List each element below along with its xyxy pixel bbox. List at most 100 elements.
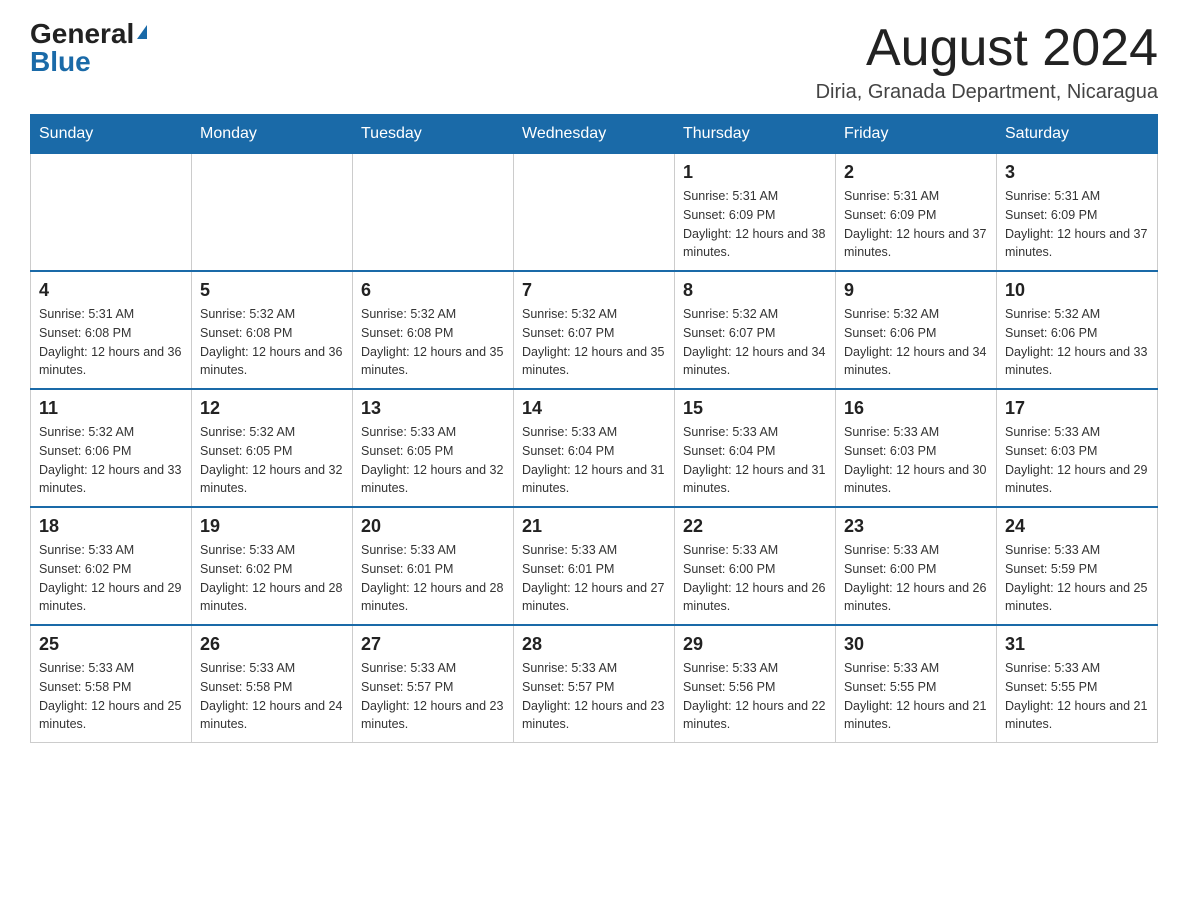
day-info: Sunrise: 5:33 AMSunset: 6:02 PMDaylight:…: [200, 541, 344, 616]
calendar-cell: 13 Sunrise: 5:33 AMSunset: 6:05 PMDayligh…: [353, 389, 514, 507]
day-info: Sunrise: 5:33 AMSunset: 5:55 PMDaylight:…: [1005, 659, 1149, 734]
day-info: Sunrise: 5:33 AMSunset: 6:01 PMDaylight:…: [361, 541, 505, 616]
day-number: 24: [1005, 516, 1149, 537]
header-sunday: Sunday: [31, 115, 192, 154]
calendar-cell: 30Sunrise: 5:33 AMSunset: 5:55 PMDayligh…: [836, 625, 997, 743]
day-number: 15: [683, 398, 827, 419]
calendar-cell: 19 Sunrise: 5:33 AMSunset: 6:02 PMDayligh…: [192, 507, 353, 625]
day-info: Sunrise: 5:32 AMSunset: 6:06 PMDaylight:…: [844, 305, 988, 380]
calendar-cell: 9 Sunrise: 5:32 AMSunset: 6:06 PMDaylight…: [836, 271, 997, 389]
day-number: 12: [200, 398, 344, 419]
calendar-cell: 18Sunrise: 5:33 AMSunset: 6:02 PMDayligh…: [31, 507, 192, 625]
day-info: Sunrise: 5:31 AMSunset: 6:09 PMDaylight:…: [683, 187, 827, 262]
day-info: Sunrise: 5:33 AMSunset: 6:02 PMDaylight:…: [39, 541, 183, 616]
day-number: 27: [361, 634, 505, 655]
header-wednesday: Wednesday: [514, 115, 675, 154]
page-header: General Blue August 2024 Diria, Granada …: [30, 20, 1158, 104]
header-saturday: Saturday: [997, 115, 1158, 154]
day-info: Sunrise: 5:32 AMSunset: 6:06 PMDaylight:…: [39, 423, 183, 498]
calendar-cell: 7Sunrise: 5:32 AMSunset: 6:07 PMDaylight…: [514, 271, 675, 389]
day-info: Sunrise: 5:32 AMSunset: 6:06 PMDaylight:…: [1005, 305, 1149, 380]
day-info: Sunrise: 5:33 AMSunset: 5:58 PMDaylight:…: [200, 659, 344, 734]
calendar-cell: 12 Sunrise: 5:32 AMSunset: 6:05 PMDayligh…: [192, 389, 353, 507]
calendar-cell: [514, 154, 675, 272]
calendar-cell: 29 Sunrise: 5:33 AMSunset: 5:56 PMDayligh…: [675, 625, 836, 743]
day-number: 20: [361, 516, 505, 537]
day-number: 4: [39, 280, 183, 301]
calendar-cell: 17 Sunrise: 5:33 AMSunset: 6:03 PMDayligh…: [997, 389, 1158, 507]
day-number: 8: [683, 280, 827, 301]
day-number: 16: [844, 398, 988, 419]
calendar-cell: 14 Sunrise: 5:33 AMSunset: 6:04 PMDayligh…: [514, 389, 675, 507]
day-info: Sunrise: 5:32 AMSunset: 6:07 PMDaylight:…: [522, 305, 666, 380]
day-info: Sunrise: 5:33 AMSunset: 5:57 PMDaylight:…: [522, 659, 666, 734]
header-row: SundayMondayTuesdayWednesdayThursdayFrid…: [31, 115, 1158, 154]
day-info: Sunrise: 5:33 AMSunset: 6:05 PMDaylight:…: [361, 423, 505, 498]
day-info: Sunrise: 5:33 AMSunset: 6:04 PMDaylight:…: [522, 423, 666, 498]
day-info: Sunrise: 5:33 AMSunset: 6:03 PMDaylight:…: [1005, 423, 1149, 498]
day-number: 5: [200, 280, 344, 301]
day-info: Sunrise: 5:33 AMSunset: 6:01 PMDaylight:…: [522, 541, 666, 616]
calendar-cell: 11 Sunrise: 5:32 AMSunset: 6:06 PMDayligh…: [31, 389, 192, 507]
calendar-cell: 2 Sunrise: 5:31 AMSunset: 6:09 PMDaylight…: [836, 154, 997, 272]
calendar-cell: 15 Sunrise: 5:33 AMSunset: 6:04 PMDayligh…: [675, 389, 836, 507]
day-number: 10: [1005, 280, 1149, 301]
day-info: Sunrise: 5:32 AMSunset: 6:08 PMDaylight:…: [200, 305, 344, 380]
day-info: Sunrise: 5:32 AMSunset: 6:07 PMDaylight:…: [683, 305, 827, 380]
week-row-4: 25Sunrise: 5:33 AMSunset: 5:58 PMDayligh…: [31, 625, 1158, 743]
calendar-cell: 28Sunrise: 5:33 AMSunset: 5:57 PMDayligh…: [514, 625, 675, 743]
calendar-cell: 8 Sunrise: 5:32 AMSunset: 6:07 PMDaylight…: [675, 271, 836, 389]
day-info: Sunrise: 5:31 AMSunset: 6:09 PMDaylight:…: [1005, 187, 1149, 262]
calendar-header: SundayMondayTuesdayWednesdayThursdayFrid…: [31, 115, 1158, 154]
page-title: August 2024: [816, 20, 1158, 77]
week-row-2: 11 Sunrise: 5:32 AMSunset: 6:06 PMDayligh…: [31, 389, 1158, 507]
calendar-cell: 27 Sunrise: 5:33 AMSunset: 5:57 PMDayligh…: [353, 625, 514, 743]
day-number: 2: [844, 162, 988, 183]
day-info: Sunrise: 5:33 AMSunset: 6:03 PMDaylight:…: [844, 423, 988, 498]
day-info: Sunrise: 5:33 AMSunset: 5:56 PMDaylight:…: [683, 659, 827, 734]
header-friday: Friday: [836, 115, 997, 154]
calendar-cell: 25Sunrise: 5:33 AMSunset: 5:58 PMDayligh…: [31, 625, 192, 743]
calendar-cell: 5 Sunrise: 5:32 AMSunset: 6:08 PMDaylight…: [192, 271, 353, 389]
day-info: Sunrise: 5:33 AMSunset: 5:57 PMDaylight:…: [361, 659, 505, 734]
day-number: 17: [1005, 398, 1149, 419]
calendar-cell: [353, 154, 514, 272]
day-number: 9: [844, 280, 988, 301]
day-info: Sunrise: 5:33 AMSunset: 6:00 PMDaylight:…: [844, 541, 988, 616]
logo: General Blue: [30, 20, 147, 76]
day-info: Sunrise: 5:33 AMSunset: 6:00 PMDaylight:…: [683, 541, 827, 616]
day-number: 23: [844, 516, 988, 537]
calendar-cell: 16 Sunrise: 5:33 AMSunset: 6:03 PMDayligh…: [836, 389, 997, 507]
calendar-cell: 10 Sunrise: 5:32 AMSunset: 6:06 PMDayligh…: [997, 271, 1158, 389]
day-number: 13: [361, 398, 505, 419]
day-info: Sunrise: 5:31 AMSunset: 6:09 PMDaylight:…: [844, 187, 988, 262]
page-subtitle: Diria, Granada Department, Nicaragua: [816, 81, 1158, 104]
calendar-cell: 24 Sunrise: 5:33 AMSunset: 5:59 PMDayligh…: [997, 507, 1158, 625]
day-number: 29: [683, 634, 827, 655]
day-info: Sunrise: 5:33 AMSunset: 6:04 PMDaylight:…: [683, 423, 827, 498]
calendar-table: SundayMondayTuesdayWednesdayThursdayFrid…: [30, 114, 1158, 743]
calendar-cell: 1 Sunrise: 5:31 AMSunset: 6:09 PMDaylight…: [675, 154, 836, 272]
week-row-3: 18Sunrise: 5:33 AMSunset: 6:02 PMDayligh…: [31, 507, 1158, 625]
calendar-cell: 6Sunrise: 5:32 AMSunset: 6:08 PMDaylight…: [353, 271, 514, 389]
day-info: Sunrise: 5:32 AMSunset: 6:05 PMDaylight:…: [200, 423, 344, 498]
day-number: 6: [361, 280, 505, 301]
calendar-cell: [31, 154, 192, 272]
day-number: 11: [39, 398, 183, 419]
title-block: August 2024 Diria, Granada Department, N…: [816, 20, 1158, 104]
calendar-body: 1 Sunrise: 5:31 AMSunset: 6:09 PMDaylight…: [31, 154, 1158, 743]
calendar-cell: [192, 154, 353, 272]
week-row-1: 4Sunrise: 5:31 AMSunset: 6:08 PMDaylight…: [31, 271, 1158, 389]
header-tuesday: Tuesday: [353, 115, 514, 154]
calendar-cell: 23 Sunrise: 5:33 AMSunset: 6:00 PMDayligh…: [836, 507, 997, 625]
day-info: Sunrise: 5:33 AMSunset: 5:59 PMDaylight:…: [1005, 541, 1149, 616]
day-number: 30: [844, 634, 988, 655]
day-number: 31: [1005, 634, 1149, 655]
day-number: 1: [683, 162, 827, 183]
week-row-0: 1 Sunrise: 5:31 AMSunset: 6:09 PMDaylight…: [31, 154, 1158, 272]
calendar-cell: 20 Sunrise: 5:33 AMSunset: 6:01 PMDayligh…: [353, 507, 514, 625]
calendar-cell: 26Sunrise: 5:33 AMSunset: 5:58 PMDayligh…: [192, 625, 353, 743]
day-number: 19: [200, 516, 344, 537]
calendar-cell: 3Sunrise: 5:31 AMSunset: 6:09 PMDaylight…: [997, 154, 1158, 272]
day-number: 14: [522, 398, 666, 419]
